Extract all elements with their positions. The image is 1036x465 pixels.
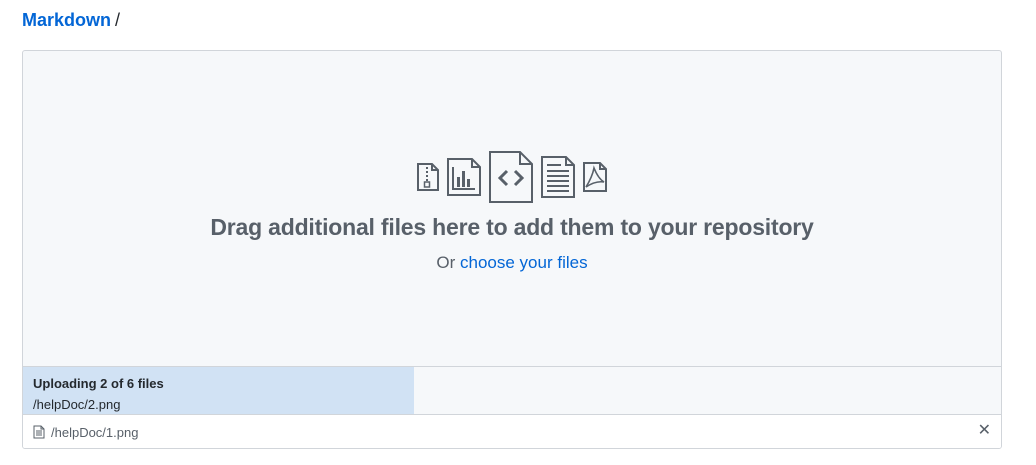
upload-current-file: /helpDoc/2.png [33,397,121,412]
file-dropzone[interactable]: Drag additional files here to add them t… [22,50,1002,449]
file-pdf-icon [583,162,607,192]
file-text-icon [541,156,575,198]
breadcrumb: Markdown / [22,9,120,31]
uploaded-file-row: /helpDoc/1.png ✕ [23,415,1001,448]
remove-file-button[interactable]: ✕ [978,423,991,439]
choose-files-link[interactable]: choose your files [460,253,588,272]
graph-icon [447,158,481,196]
dropzone-subtitle: Or choose your files [23,252,1001,274]
file-zip-icon [417,163,439,191]
repo-link[interactable]: Markdown [22,10,111,30]
file-code-icon [489,151,533,203]
breadcrumb-separator: / [115,10,121,30]
uploaded-file-name: /helpDoc/1.png [51,424,139,440]
upload-status-text: Uploading 2 of 6 files [33,376,164,391]
upload-progress-panel: Uploading 2 of 6 files /helpDoc/2.png [23,366,1001,415]
file-icon [33,425,45,439]
file-type-icons [23,150,1001,204]
dropzone-title: Drag additional files here to add them t… [210,214,814,240]
dropzone-or-text: Or [436,253,456,272]
